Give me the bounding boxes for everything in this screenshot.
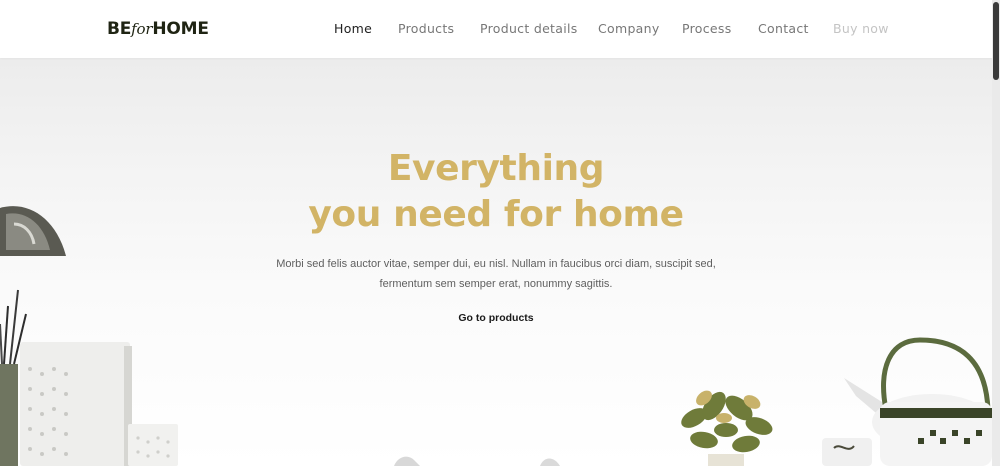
nav-home-link[interactable]: Home — [334, 21, 372, 37]
hero-description-line-1: Morbi sed felis auctor vitae, semper dui… — [276, 258, 716, 270]
nav-buy-now-link[interactable]: Buy now — [833, 21, 889, 37]
logo-for: for — [131, 20, 153, 38]
hero-ornament-image — [394, 456, 560, 466]
hero-section: Everything you need for home Morbi sed f… — [0, 58, 992, 466]
hero-left-decor-image — [0, 206, 178, 466]
go-to-products-button[interactable]: Go to products — [396, 312, 596, 324]
top-navbar: BEforHOME Home Products Product details … — [0, 0, 992, 58]
logo-be: BE — [107, 19, 132, 39]
hero-description: Morbi sed felis auctor vitae, semper dui… — [246, 254, 746, 294]
hero-title-line-1: Everything — [387, 148, 605, 189]
hero-plant-image — [681, 390, 773, 466]
nav-company-link[interactable]: Company — [598, 21, 660, 37]
hero-title-line-2: you need for home — [308, 194, 684, 235]
logo-home: HOME — [152, 19, 209, 39]
nav-products-link[interactable]: Products — [398, 21, 454, 37]
nav-product-details-link[interactable]: Product details — [480, 21, 578, 37]
hero-description-line-2: fermentum sem semper erat, nonummy sagit… — [379, 278, 613, 290]
hero-teapot-image — [822, 337, 992, 466]
nav-contact-link[interactable]: Contact — [758, 21, 809, 37]
brand-logo[interactable]: BEforHOME — [107, 19, 209, 39]
hero-title: Everything you need for home — [196, 146, 796, 238]
nav-process-link[interactable]: Process — [682, 21, 732, 37]
page-scrollbar[interactable] — [992, 0, 1000, 466]
scrollbar-thumb[interactable] — [993, 2, 999, 80]
